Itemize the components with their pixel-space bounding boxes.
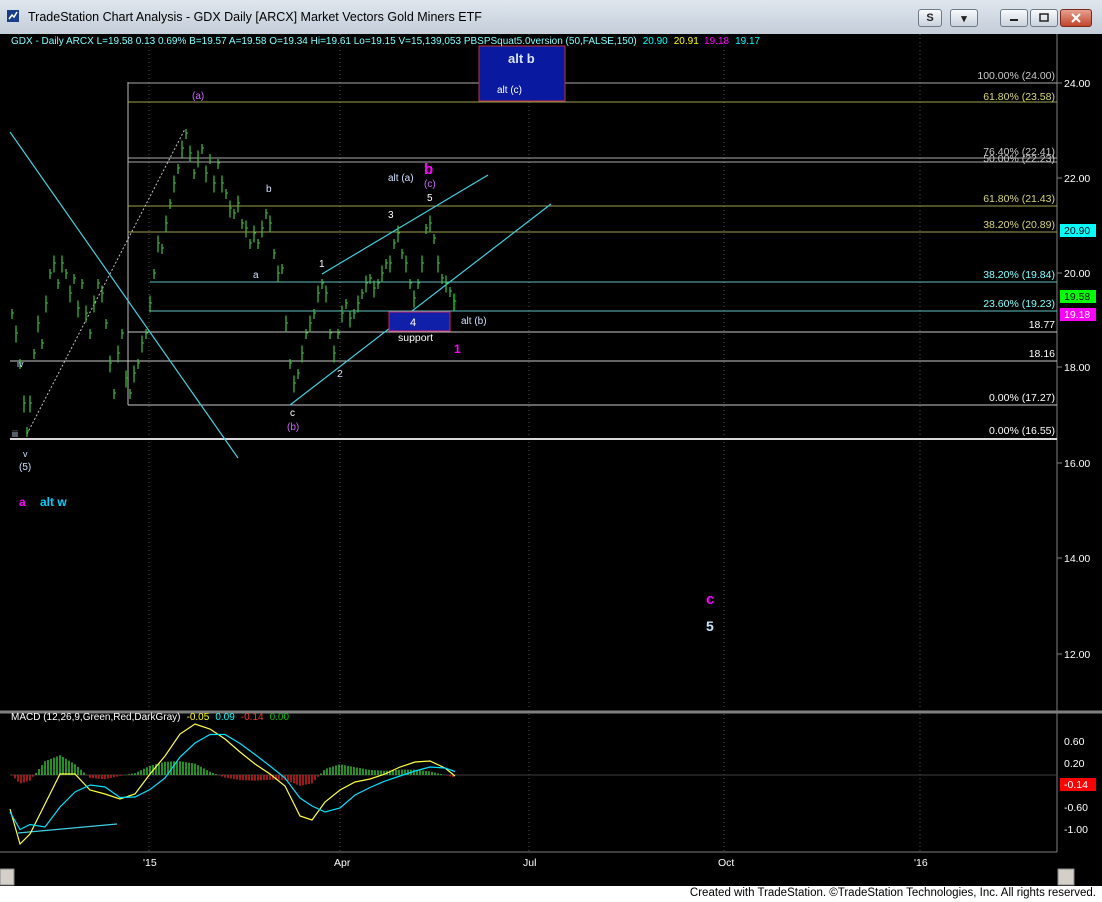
time-axis[interactable]: '15 Apr Jul Oct '16 (143, 857, 928, 869)
wave-label: iii (12, 429, 18, 439)
application-window: TradeStation Chart Analysis - GDX Daily … (0, 0, 1102, 902)
price-tick-label: 20.00 (1064, 268, 1090, 280)
wave-label: c (706, 591, 714, 608)
dropdown-menu-button[interactable]: ▾ (950, 9, 978, 27)
wave-label: 5 (706, 618, 714, 634)
fib-level-label: 50.00% (22.23) (983, 153, 1055, 165)
wave-label: (c) (424, 179, 436, 190)
title-bar[interactable]: TradeStation Chart Analysis - GDX Daily … (0, 0, 1102, 34)
fib-level-label: 100.00% (24.00) (977, 70, 1055, 82)
chart-area[interactable]: alt b alt (c) 4 support GDX - Daily ARCX… (0, 34, 1102, 886)
fib-level-label: 0.00% (16.55) (989, 425, 1055, 437)
header-value: -0.14 (241, 712, 264, 723)
wave-label: 1 (454, 342, 461, 356)
fib-level-label: 18.77 (1029, 319, 1055, 331)
price-tick-label: 16.00 (1064, 458, 1090, 470)
price-tick-label: 18.00 (1064, 362, 1090, 374)
header-value: 0.00 (270, 712, 290, 723)
alt-b-box-subtitle: alt (c) (497, 85, 522, 96)
wave-label: 5 (427, 193, 433, 204)
wave-label: 3 (388, 210, 394, 221)
wave-label: b (424, 161, 433, 178)
support-box-label: 4 (410, 317, 416, 329)
macd-axis-markers: -0.14 (1060, 778, 1096, 791)
wave-label: alt w (40, 495, 67, 509)
support-caption: support (398, 332, 433, 344)
maximize-icon (1039, 13, 1049, 22)
date-label: Oct (718, 857, 734, 869)
header-value: MACD (12,26,9,Green,Red,DarkGray) (11, 712, 181, 723)
price-marker-label: 20.90 (1064, 225, 1090, 237)
header-value: -0.05 (187, 712, 210, 723)
macd-marker-label: -0.14 (1064, 779, 1088, 791)
date-label: '15 (143, 857, 157, 869)
tradestation-app-icon (7, 10, 19, 22)
header-value: 19.18 (704, 36, 729, 47)
fib-level-label: 0.00% (17.27) (989, 392, 1055, 404)
scroll-right-button[interactable] (1057, 868, 1075, 886)
wave-label: (5) (19, 462, 31, 473)
price-tick-label: 14.00 (1064, 553, 1090, 565)
fib-level-label: 61.80% (23.58) (983, 91, 1055, 103)
price-tick-label: 24.00 (1064, 78, 1090, 90)
wave-label: c (290, 408, 295, 419)
fib-level-label: 61.80% (21.43) (983, 193, 1055, 205)
macd-tick-label: -0.60 (1064, 802, 1088, 814)
close-icon (1071, 13, 1081, 23)
header-value: 19.17 (735, 36, 760, 47)
date-label: '16 (914, 857, 928, 869)
price-tick-label: 22.00 (1064, 173, 1090, 185)
tradestation-credit: Created with TradeStation. ©TradeStation… (689, 887, 1096, 899)
header-value: 20.90 (643, 36, 668, 47)
macd-tick-label: 0.60 (1064, 736, 1085, 748)
wave-label: (b) (287, 422, 299, 433)
price-axis[interactable]: 24.00 22.00 20.00 18.00 16.00 14.00 12.00 (1057, 78, 1090, 661)
wave-label: a (253, 270, 259, 281)
window-title: TradeStation Chart Analysis - GDX Daily … (28, 10, 482, 24)
wave-label: a (19, 495, 26, 509)
price-tick-label: 12.00 (1064, 649, 1090, 661)
header-value: 0.09 (215, 712, 235, 723)
wave-label: alt (a) (388, 173, 414, 184)
wave-label: 1 (319, 259, 325, 270)
date-label: Apr (334, 857, 351, 869)
price-marker-label: 19.58 (1064, 291, 1090, 303)
scroll-left-button[interactable] (0, 868, 15, 886)
wave-label: 2 (337, 368, 343, 380)
macd-tick-label: -1.00 (1064, 824, 1088, 836)
fib-level-label: 18.16 (1029, 348, 1055, 360)
date-label: Jul (523, 857, 536, 869)
macd-header: MACD (12,26,9,Green,Red,DarkGray) -0.05 0.… (11, 712, 289, 723)
styles-button[interactable]: S (918, 9, 942, 27)
wave-label: (a) (192, 91, 204, 102)
maximize-button[interactable] (1030, 9, 1058, 27)
alt-b-box[interactable]: alt b alt (c) (478, 45, 566, 102)
wave-label: b (266, 184, 272, 195)
fib-level-label: 38.20% (20.89) (983, 219, 1055, 231)
wave-label: iv (17, 359, 24, 369)
minimize-icon (1010, 19, 1018, 21)
macd-tick-label: 0.20 (1064, 758, 1085, 770)
status-bar: Created with TradeStation. ©TradeStation… (0, 886, 1102, 902)
price-header: GDX - Daily ARCX L=19.58 0.13 0.69% B=19… (11, 36, 761, 47)
price-marker-label: 19.18 (1064, 309, 1090, 321)
fib-level-label: 38.20% (19.84) (983, 269, 1055, 281)
wave-label: alt (b) (461, 316, 487, 327)
header-value: 20.91 (674, 36, 699, 47)
header-value: GDX - Daily ARCX L=19.58 0.13 0.69% B=19… (11, 36, 637, 47)
close-button[interactable] (1060, 9, 1092, 27)
fib-level-label: 23.60% (19.23) (983, 298, 1055, 310)
alt-b-box-title: alt b (508, 51, 535, 66)
wave-label: v (23, 449, 28, 459)
chart-canvas[interactable]: alt b alt (c) 4 support GDX - Daily ARCX… (0, 34, 1102, 886)
minimize-button[interactable] (1000, 9, 1028, 27)
